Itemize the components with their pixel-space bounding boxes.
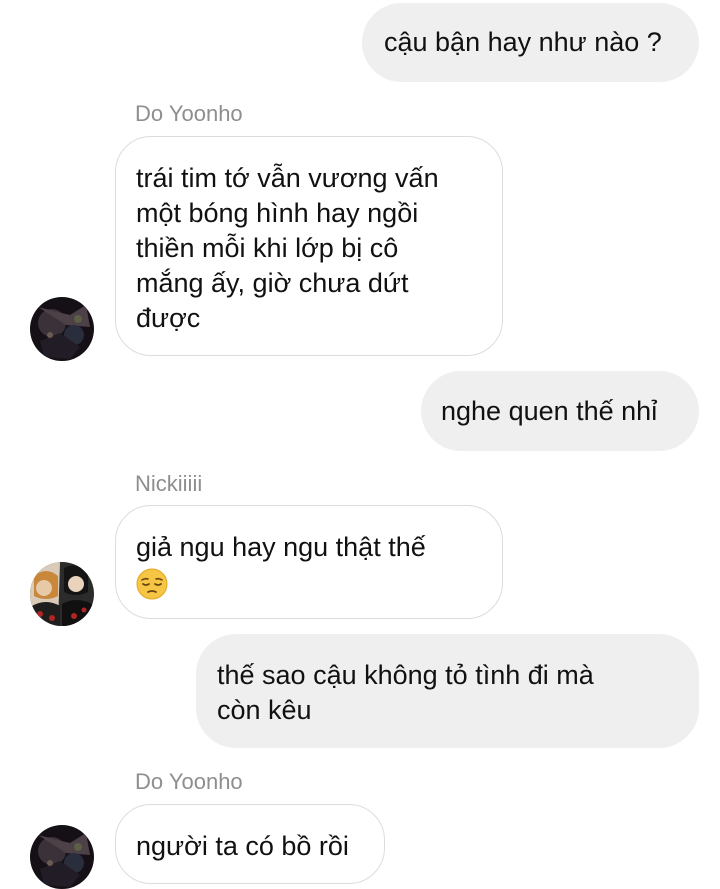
- avatar-image: [30, 825, 94, 889]
- message-text-line: còn kêu: [217, 695, 312, 725]
- message-text-line: được: [136, 303, 201, 333]
- message-bubble-outgoing[interactable]: cậu bận hay như nào ?: [362, 3, 699, 82]
- avatar-image: [30, 562, 94, 626]
- message-bubble-incoming[interactable]: giả ngu hay ngu thật thế: [115, 505, 503, 619]
- avatar-image: [30, 297, 94, 361]
- avatar-do-yoonho[interactable]: [30, 297, 94, 361]
- message-text-line: một bóng hình hay ngồi: [136, 198, 419, 228]
- message-bubble-outgoing[interactable]: thế sao cậu không tỏ tình đi mà còn kêu: [196, 634, 699, 748]
- sender-name: Do Yoonho: [135, 769, 243, 794]
- message-bubble-incoming[interactable]: trái tim tớ vẫn vương vấn một bóng hình …: [115, 136, 503, 356]
- avatar-do-yoonho[interactable]: [30, 825, 94, 889]
- message-text-line: trái tim tớ vẫn vương vấn: [136, 163, 439, 193]
- pensive-face-emoji-line: [136, 565, 502, 600]
- message-bubble-outgoing[interactable]: nghe quen thế nhỉ: [421, 371, 699, 451]
- message-text-line: thế sao cậu không tỏ tình đi mà: [217, 660, 594, 690]
- message-text: nghe quen thế nhỉ: [441, 396, 658, 426]
- message-text-line: mắng ấy, giờ chưa dứt: [136, 268, 409, 298]
- pensive-face-emoji: [136, 568, 168, 600]
- message-text-line: thiền mỗi khi lớp bị cô: [136, 233, 399, 263]
- sender-name: Do Yoonho: [135, 101, 243, 126]
- message-bubble-incoming[interactable]: người ta có bồ rồi: [115, 804, 385, 884]
- message-text-line: giả ngu hay ngu thật thế: [136, 532, 426, 562]
- avatar-nickiiiii[interactable]: [30, 562, 94, 626]
- message-text: cậu bận hay như nào ?: [384, 27, 662, 57]
- sender-name: Nickiiiii: [135, 471, 203, 496]
- message-text: người ta có bồ rồi: [136, 831, 349, 861]
